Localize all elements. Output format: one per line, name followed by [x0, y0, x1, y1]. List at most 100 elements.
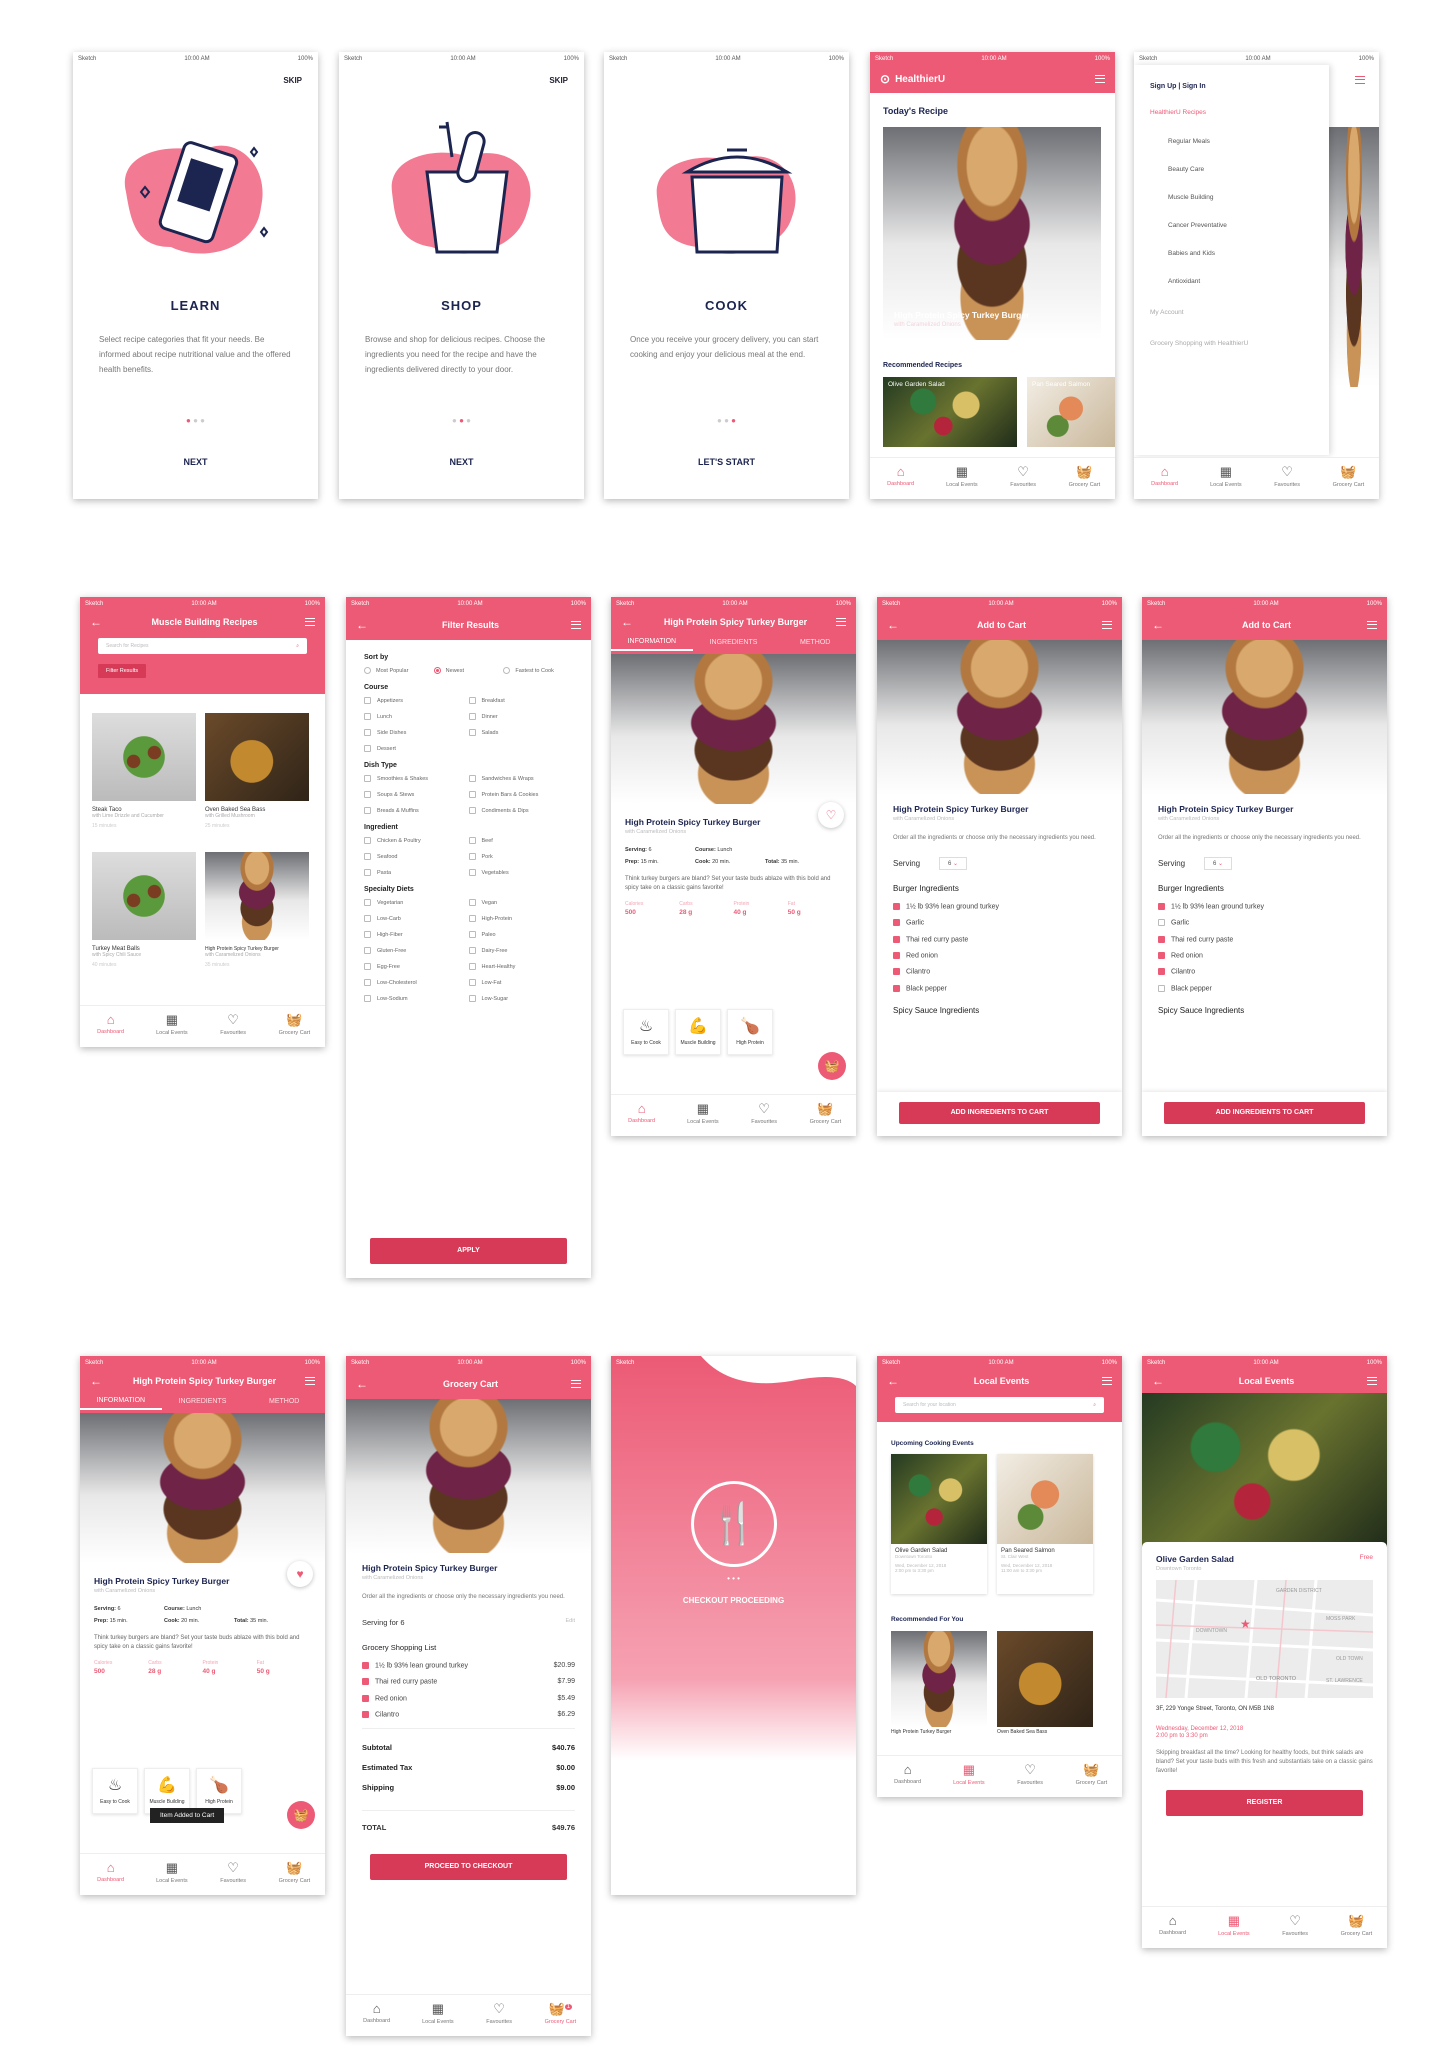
- menu-icon[interactable]: [836, 618, 846, 626]
- menu-item[interactable]: Beauty Care: [1168, 166, 1313, 173]
- serving-select[interactable]: 6 ⌄: [939, 857, 968, 870]
- checkbox[interactable]: Pasta: [364, 869, 469, 876]
- ingredient-checkbox[interactable]: Cilantro: [1158, 968, 1371, 976]
- ingredient-checkbox[interactable]: Cilantro: [893, 968, 1106, 976]
- checkbox[interactable]: Heart-Healthy: [468, 963, 574, 970]
- add-to-cart-fab-icon[interactable]: 🧺: [818, 1052, 846, 1080]
- nav-events[interactable]: ▦ Local Events: [141, 1854, 202, 1895]
- menu-item[interactable]: Regular Meals: [1168, 138, 1313, 145]
- back-arrow-icon[interactable]: ←: [90, 1374, 104, 1388]
- nav-events[interactable]: ▦ Local Events: [931, 458, 992, 499]
- skip-button[interactable]: SKIP: [283, 76, 302, 85]
- menu-icon[interactable]: [1355, 76, 1365, 84]
- add-ingredients-button[interactable]: ADD INGREDIENTS TO CART: [1164, 1102, 1365, 1124]
- menu-icon[interactable]: [305, 618, 315, 626]
- nav-favourites[interactable]: ♡ Favourites: [1265, 1907, 1326, 1948]
- checkbox[interactable]: Paleo: [468, 931, 574, 938]
- event-card[interactable]: Olive Garden Salad Downtown Toronto Wed, D…: [891, 1454, 987, 1594]
- back-arrow-icon[interactable]: ←: [90, 615, 104, 629]
- nav-events[interactable]: ▦ Local Events: [672, 1095, 733, 1136]
- nav-cart[interactable]: 🧺 Grocery Cart: [264, 1854, 325, 1895]
- checkbox[interactable]: Dessert: [364, 745, 469, 752]
- checkbox[interactable]: Low-Cholesterol: [364, 979, 469, 986]
- nav-cart[interactable]: 🧺 Grocery Cart: [1326, 1907, 1387, 1948]
- checkbox[interactable]: Chicken & Poultry: [364, 837, 469, 844]
- checkbox[interactable]: Vegetables: [468, 869, 574, 876]
- auth-link[interactable]: Sign Up | Sign In: [1150, 83, 1313, 90]
- nav-favourites[interactable]: ♡ Favourites: [203, 1006, 264, 1047]
- menu-item[interactable]: Babies and Kids: [1168, 250, 1313, 257]
- checkbox[interactable]: Lunch: [364, 713, 469, 720]
- nav-favourites[interactable]: ♡ Favourites: [1257, 458, 1318, 499]
- ingredient-checkbox[interactable]: 1½ lb 93% lean ground turkey: [893, 903, 1106, 910]
- menu-icon[interactable]: [1367, 1377, 1377, 1385]
- event-card[interactable]: Pan Seared Salmon St. Clair West Wed, Dece…: [997, 1454, 1093, 1594]
- cart-item[interactable]: Cilantro $6.29: [362, 1711, 575, 1718]
- tab-ingredients[interactable]: INGREDIENTS: [693, 639, 775, 650]
- nav-favourites[interactable]: ♡ Favourites: [993, 458, 1054, 499]
- nav-dashboard[interactable]: ⌂ Dashboard: [1134, 458, 1195, 499]
- recommended-card[interactable]: Pan Seared Salmon: [1027, 377, 1115, 447]
- menu-item[interactable]: Antioxidant: [1168, 278, 1313, 285]
- checkbox[interactable]: Breakfast: [468, 697, 574, 704]
- tab-information[interactable]: INFORMATION: [611, 638, 693, 651]
- cart-item[interactable]: 1½ lb 93% lean ground turkey $20.99: [362, 1662, 575, 1669]
- nav-cart[interactable]: 🧺 1 Grocery Cart: [530, 1995, 591, 2036]
- checkbox[interactable]: Salads: [468, 729, 574, 736]
- nav-cart[interactable]: 🧺 Grocery Cart: [795, 1095, 856, 1136]
- nav-cart[interactable]: 🧺 Grocery Cart: [1318, 458, 1379, 499]
- back-arrow-icon[interactable]: ←: [621, 615, 635, 629]
- checkbox[interactable]: Seafood: [364, 853, 469, 860]
- ingredient-checkbox[interactable]: 1½ lb 93% lean ground turkey: [1158, 903, 1371, 910]
- nav-events[interactable]: ▦ Local Events: [1195, 458, 1256, 499]
- checkbox[interactable]: Protein Bars & Cookies: [468, 791, 574, 798]
- checkbox[interactable]: Beef: [468, 837, 574, 844]
- checkbox[interactable]: Appetizers: [364, 697, 469, 704]
- list-item[interactable]: Oven Baked Sea Bass with Grilled Mushroom…: [205, 713, 309, 838]
- nav-events[interactable]: ▦ Local Events: [938, 1756, 999, 1797]
- checkbox[interactable]: Low-Sugar: [468, 995, 574, 1002]
- cart-item[interactable]: Red onion $5.49: [362, 1694, 575, 1702]
- add-to-cart-fab-icon[interactable]: 🧺: [287, 1801, 315, 1829]
- checkbox[interactable]: Breads & Muffins: [364, 807, 469, 814]
- checkbox[interactable]: Sandwiches & Wraps: [468, 775, 574, 782]
- ingredient-checkbox[interactable]: Thai red curry paste: [893, 935, 1106, 943]
- tab-information[interactable]: INFORMATION: [80, 1397, 162, 1410]
- favourite-heart-icon[interactable]: ♥: [287, 1561, 313, 1587]
- checkbox[interactable]: Low-Carb: [364, 915, 469, 922]
- nav-favourites[interactable]: ♡ Favourites: [469, 1995, 530, 2036]
- nav-cart[interactable]: 🧺 Grocery Cart: [1061, 1756, 1122, 1797]
- ingredient-checkbox[interactable]: Black pepper: [893, 984, 1106, 992]
- list-item[interactable]: High Protein Spicy Turkey Burger with Car…: [205, 852, 309, 977]
- nav-dashboard[interactable]: ⌂ Dashboard: [80, 1854, 141, 1895]
- filter-button[interactable]: Filter Results: [98, 664, 147, 678]
- back-arrow-icon[interactable]: ←: [1152, 1374, 1166, 1388]
- nav-favourites[interactable]: ♡ Favourites: [203, 1854, 264, 1895]
- grocery-link[interactable]: Grocery Shopping with HealthierU: [1150, 340, 1313, 347]
- ingredient-checkbox[interactable]: Thai red curry paste: [1158, 935, 1371, 943]
- checkbox[interactable]: Condiments & Dips: [468, 807, 574, 814]
- nav-favourites[interactable]: ♡ Favourites: [734, 1095, 795, 1136]
- nav-dashboard[interactable]: ⌂ Dashboard: [611, 1095, 672, 1136]
- nav-dashboard[interactable]: ⌂ Dashboard: [877, 1756, 938, 1797]
- checkbox[interactable]: Smoothies & Shakes: [364, 775, 469, 782]
- menu-icon[interactable]: [571, 1380, 581, 1388]
- checkbox[interactable]: Egg-Free: [364, 963, 469, 970]
- checkbox[interactable]: Dairy-Free: [468, 947, 574, 954]
- menu-icon[interactable]: [1095, 75, 1105, 83]
- checkbox[interactable]: Vegan: [468, 899, 574, 906]
- sort-option[interactable]: Fastest to Cook: [503, 667, 573, 674]
- nav-dashboard[interactable]: ⌂ Dashboard: [346, 1995, 407, 2036]
- recommended-card[interactable]: Olive Garden Salad: [883, 377, 1017, 447]
- next-button[interactable]: NEXT: [339, 457, 584, 467]
- sort-option[interactable]: Newest: [433, 667, 504, 674]
- favourite-heart-icon[interactable]: ♡: [818, 802, 844, 828]
- tab-method[interactable]: METHOD: [243, 1398, 325, 1409]
- nav-events[interactable]: ▦ Local Events: [1203, 1907, 1264, 1948]
- checkbox[interactable]: Gluten-Free: [364, 947, 469, 954]
- recommended-card[interactable]: Oven Baked Sea Bass: [997, 1631, 1093, 1735]
- menu-icon[interactable]: [305, 1377, 315, 1385]
- checkbox[interactable]: High-Protein: [468, 915, 574, 922]
- back-arrow-icon[interactable]: ←: [356, 618, 370, 632]
- edit-link[interactable]: Edit: [566, 1618, 575, 1627]
